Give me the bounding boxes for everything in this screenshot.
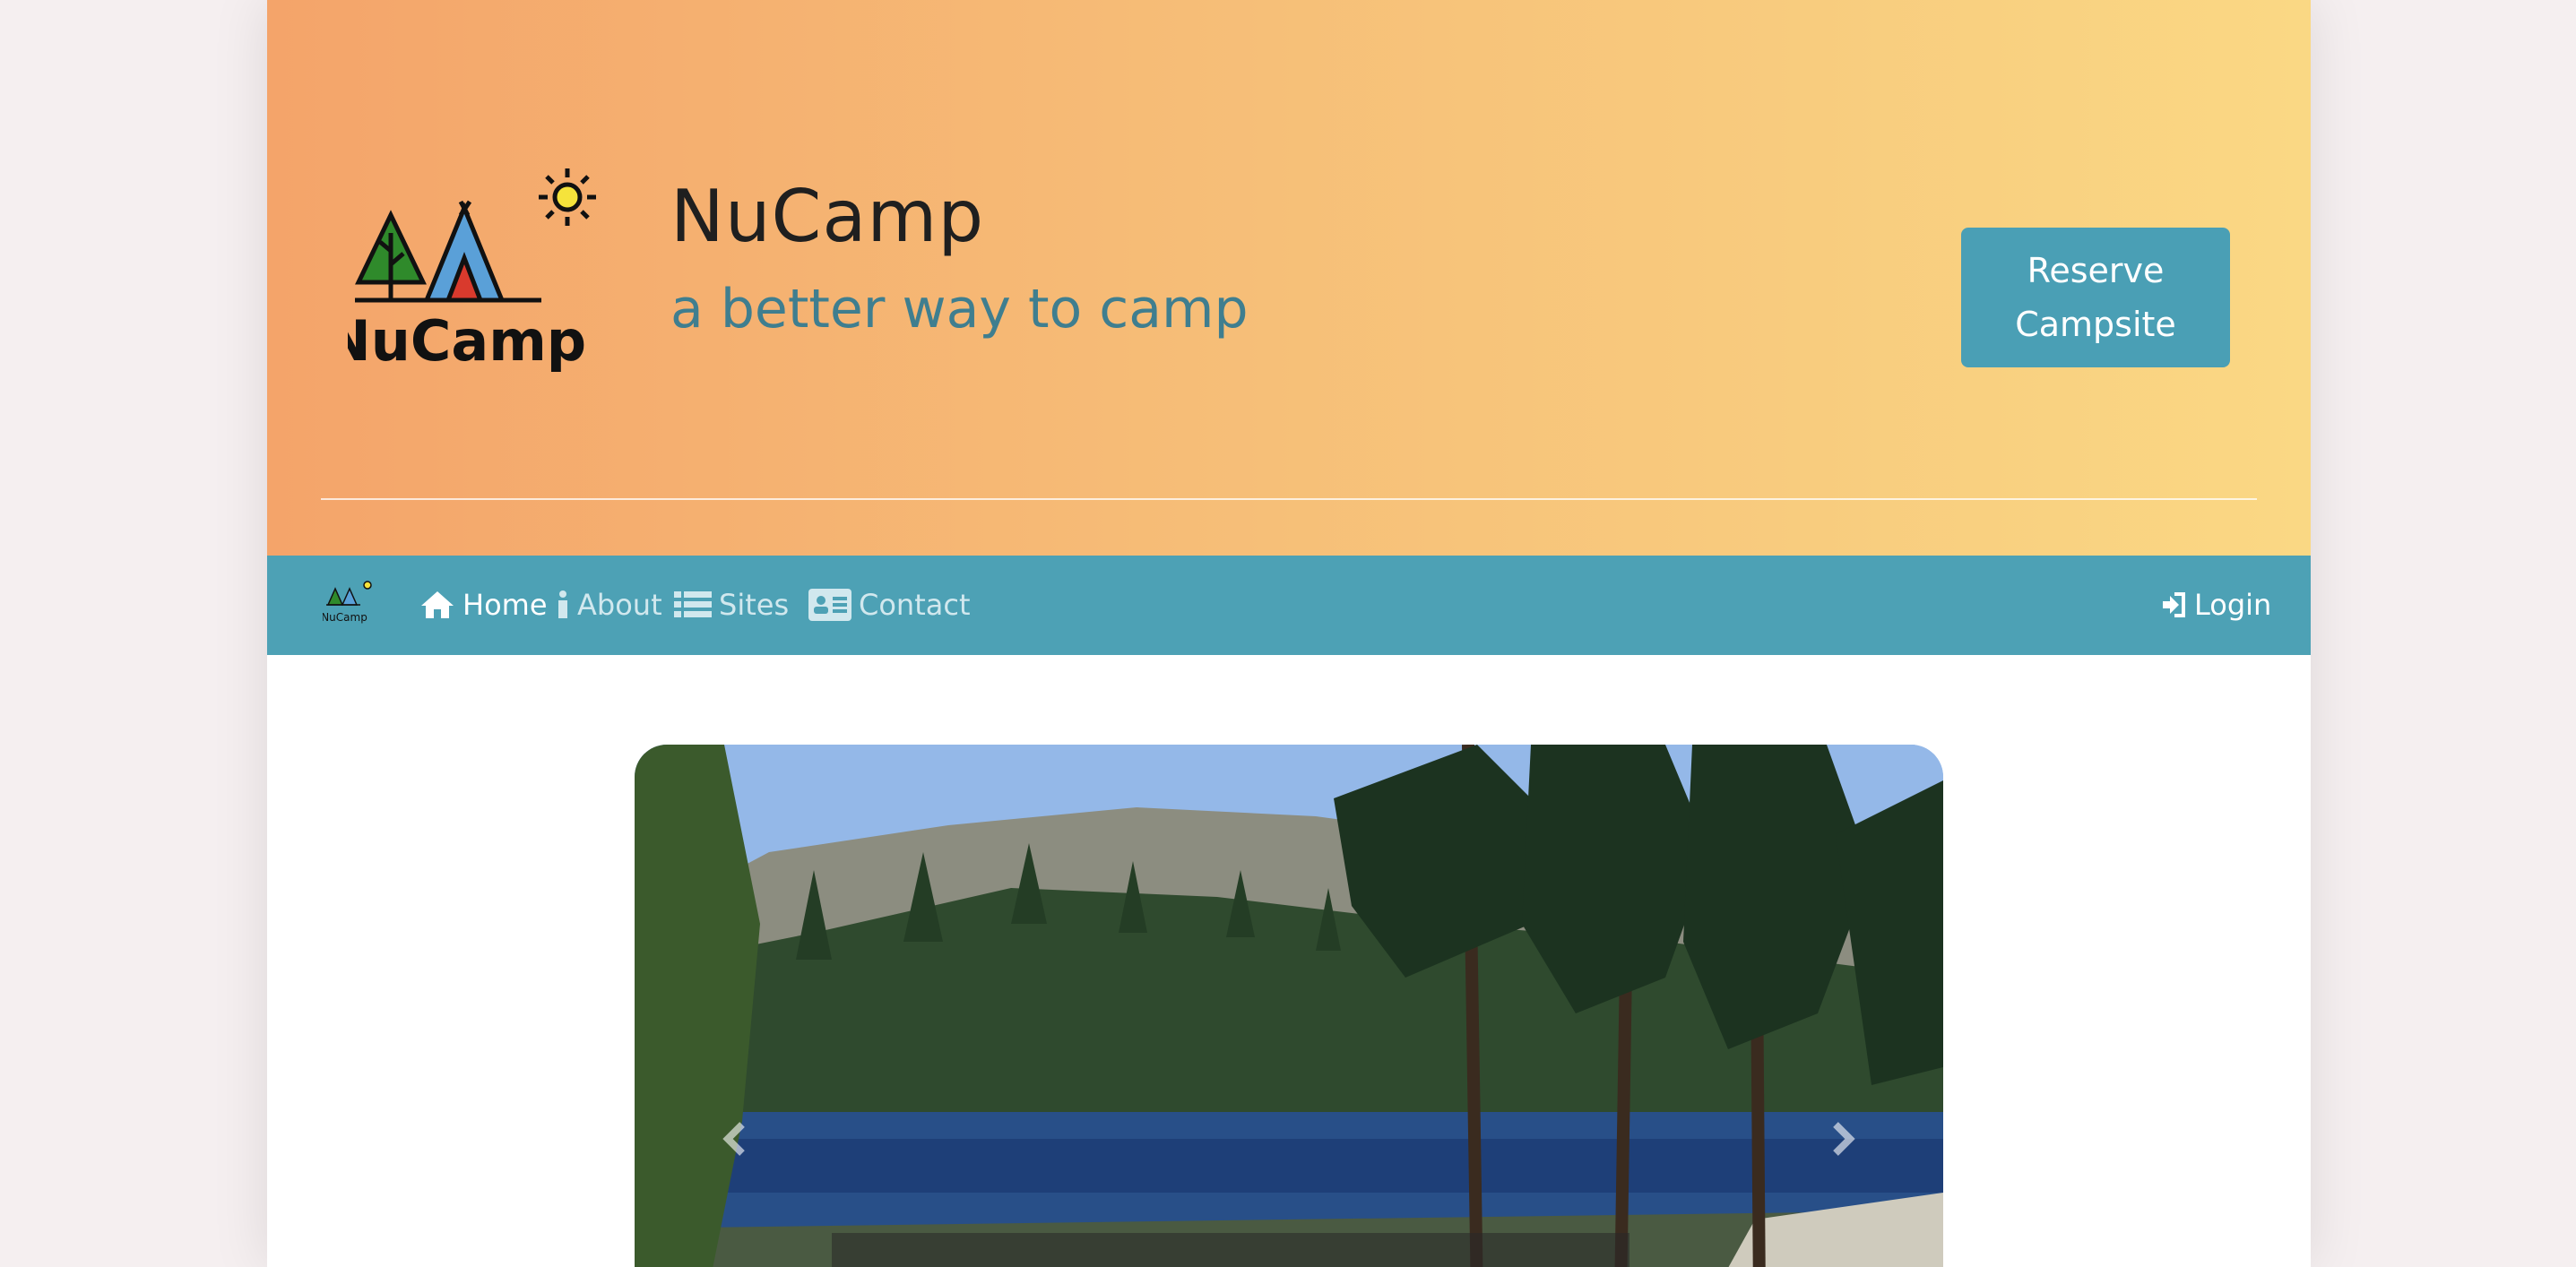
carousel-slide-image [635,745,1943,1267]
image-carousel [635,745,1943,1267]
sign-in-icon [2163,592,2185,617]
address-card-icon [808,589,851,621]
tree-icon [355,210,427,300]
carousel-next-button[interactable] [1816,1112,1870,1166]
info-icon [558,590,567,618]
nav-about-label: About [577,588,662,622]
nav-home[interactable]: Home [419,582,548,627]
nav-sites[interactable]: Sites [674,582,789,627]
nav-contact[interactable]: Contact [808,582,971,627]
list-icon [674,591,712,617]
nav-sites-label: Sites [719,588,790,622]
chevron-right-icon [1833,1122,1855,1156]
sun-icon [539,168,596,226]
reserve-campsite-button[interactable]: Reserve Campsite [1961,228,2230,367]
nav-home-label: Home [462,588,548,622]
login-label: Login [2194,588,2272,622]
navbar-brand-logo[interactable]: NuCamp [323,578,376,628]
login-link[interactable]: Login [2160,582,2271,627]
nav-about[interactable]: About [556,582,662,627]
carousel-caption [832,1233,1629,1267]
nav-contact-label: Contact [859,588,971,622]
home-icon [421,591,454,618]
nucamp-logo: NuCamp [348,168,596,374]
site-title: NuCamp [670,175,985,258]
site-tagline: a better way to camp [670,278,1249,340]
tent-icon [423,200,506,303]
header-divider [321,498,2257,500]
logo-text: NuCamp [348,308,586,374]
carousel-prev-button[interactable] [708,1112,762,1166]
navbar-logo-text: NuCamp [323,611,367,624]
main-navbar: NuCamp Home About Sites Contact Login [267,556,2311,655]
page: NuCamp NuCamp a better way to camp Reser… [267,0,2311,1267]
jumbotron-header: NuCamp NuCamp a better way to camp Reser… [267,0,2311,556]
chevron-left-icon [722,1122,745,1156]
